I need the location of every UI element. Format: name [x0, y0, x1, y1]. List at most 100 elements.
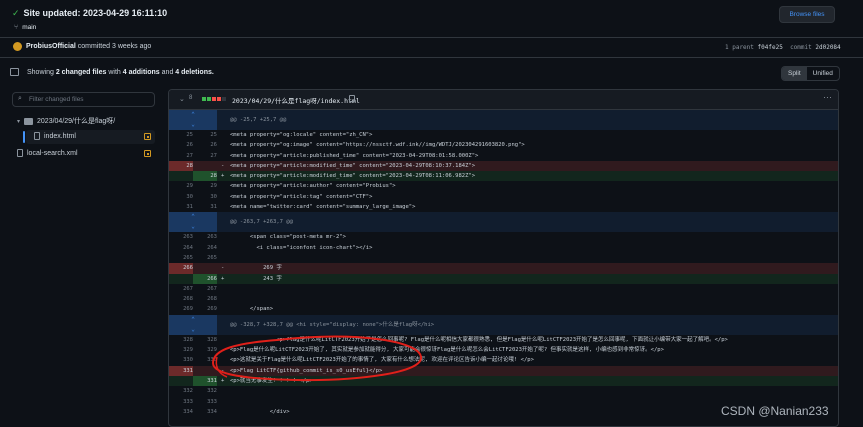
- code-text: </span>: [230, 306, 274, 313]
- commit-parent-info: 1 parent f04fe25 commit 2d02084: [725, 44, 841, 51]
- code-text: @@ -328,7 +328,7 @@ <hi style="display: …: [230, 321, 435, 328]
- file-icon: [17, 149, 23, 157]
- file-name: index.html: [44, 132, 76, 140]
- old-line-number[interactable]: 328: [169, 335, 193, 345]
- new-line-number[interactable]: 265: [193, 253, 217, 263]
- branch-label[interactable]: ⑂ main: [14, 24, 36, 31]
- code-text: <meta property="og:locale" content="zh_C…: [230, 132, 373, 138]
- old-line-number[interactable]: 27: [169, 151, 193, 161]
- browse-files-button[interactable]: Browse files: [779, 6, 835, 23]
- expand-lines-icon[interactable]: ⌃ ⌄: [169, 212, 217, 233]
- new-line-number[interactable]: 267: [193, 284, 217, 294]
- diff-line: 266 - 269 字: [169, 263, 838, 274]
- new-line-number[interactable]: 30: [193, 192, 217, 202]
- old-line-number[interactable]: 268: [169, 294, 193, 304]
- filter-placeholder: Filter changed files: [29, 96, 84, 103]
- split-view-button[interactable]: Split: [782, 67, 807, 80]
- old-line-number[interactable]: 332: [169, 386, 193, 396]
- code-text: <meta property="article:modified_time" c…: [230, 162, 476, 169]
- code-text: 269 字: [230, 265, 282, 272]
- avatar[interactable]: [13, 42, 22, 51]
- old-line-number[interactable]: 263: [169, 232, 193, 242]
- new-line-number[interactable]: 26: [193, 140, 217, 150]
- old-line-number[interactable]: 30: [169, 192, 193, 202]
- diffstat-del: [212, 97, 216, 101]
- new-line-number[interactable]: 263: [193, 232, 217, 242]
- diffstat-neutral: [222, 97, 226, 101]
- diffstat-add: [207, 97, 211, 101]
- diff-line: 26 26 <meta property="og:image" content="h…: [169, 140, 838, 150]
- diff-line: 264 264 <i class="iconfont icon-chart"></…: [169, 243, 838, 253]
- commit-label: commit: [790, 44, 812, 51]
- modified-badge-icon: [144, 150, 151, 157]
- kebab-menu-icon[interactable]: ···: [823, 92, 832, 102]
- old-line-number[interactable]: 331: [169, 365, 193, 376]
- new-line-number[interactable]: 333: [193, 397, 217, 407]
- old-line-number[interactable]: 265: [169, 253, 193, 263]
- parent-label: 1 parent: [725, 44, 754, 51]
- code-text: <meta property="article:author" content=…: [230, 183, 396, 190]
- old-line-number[interactable]: 329: [169, 345, 193, 355]
- new-line-number[interactable]: 25: [193, 130, 217, 140]
- expand-lines-icon[interactable]: ⌃ ⌄: [169, 110, 217, 130]
- file-tree-item-index[interactable]: index.html: [34, 132, 76, 140]
- diff-line: 266 + 243 字: [169, 273, 838, 284]
- commit-title-row: ✓ Site updated: 2023-04-29 16:11:10: [12, 8, 167, 18]
- summary-additions: 4 additions: [122, 69, 160, 76]
- diff-line: 29 29 <meta property="article:author" cont…: [169, 181, 838, 191]
- old-line-number[interactable]: 26: [169, 140, 193, 150]
- minus-sign: -: [221, 265, 225, 272]
- new-line-number[interactable]: 27: [193, 151, 217, 161]
- diff-line: 30 30 <meta property="article:tag" content…: [169, 192, 838, 202]
- new-line-number[interactable]: 334: [193, 407, 217, 417]
- old-line-number[interactable]: 334: [169, 407, 193, 417]
- copy-icon[interactable]: [349, 95, 355, 102]
- new-line-number[interactable]: 29: [193, 181, 217, 191]
- summary-and: and: [161, 69, 174, 76]
- new-line-number[interactable]: 31: [193, 202, 217, 212]
- new-line-number[interactable]: 269: [193, 304, 217, 314]
- old-line-number[interactable]: 25: [169, 130, 193, 140]
- search-icon: ⌕: [18, 95, 22, 102]
- old-line-number[interactable]: 269: [169, 304, 193, 314]
- collapse-chevron-icon[interactable]: ⌄: [179, 95, 185, 103]
- parent-sha-link[interactable]: f04fe25: [758, 44, 783, 51]
- hunk-header: ⌃ ⌄ @@ -263,7 +263,7 @@: [169, 212, 838, 233]
- diffstat-blocks: [202, 97, 226, 101]
- new-line-number[interactable]: 28: [193, 171, 217, 182]
- branch-name: main: [22, 24, 37, 31]
- old-line-number[interactable]: 29: [169, 181, 193, 191]
- new-line-number[interactable]: 332: [193, 386, 217, 396]
- old-line-number[interactable]: 267: [169, 284, 193, 294]
- new-line-number[interactable]: 266: [193, 273, 217, 284]
- old-line-number[interactable]: 31: [169, 202, 193, 212]
- new-line-number[interactable]: 268: [193, 294, 217, 304]
- old-line-number[interactable]: 28: [169, 160, 193, 172]
- expand-lines-icon[interactable]: ⌃ ⌄: [169, 314, 217, 335]
- file-path-link[interactable]: 2023/04/29/什么是flag呀/index.html: [232, 95, 360, 105]
- sidebar-toggle-icon[interactable]: [10, 68, 19, 76]
- diff-line: 25 25 <meta property="og:locale" content="…: [169, 130, 838, 140]
- code-text: <i class="iconfont icon-chart"></i>: [230, 244, 373, 251]
- author-link[interactable]: ProbiusOfficial: [26, 43, 76, 50]
- file-tree-folder[interactable]: ▾ 2023/04/29/什么是flag呀/: [17, 116, 115, 126]
- diff-line: 28 - <meta property="article:modified_time…: [169, 160, 838, 172]
- file-tree-item-search[interactable]: local-search.xml: [17, 149, 78, 157]
- code-text: @@ -263,7 +263,7 @@: [230, 219, 293, 226]
- commit-title: Site updated: 2023-04-29 16:11:10: [23, 8, 168, 18]
- old-line-number[interactable]: 333: [169, 397, 193, 407]
- old-line-number[interactable]: 264: [169, 243, 193, 253]
- unified-view-button[interactable]: Unified: [807, 67, 839, 80]
- commit-view: ✓ Site updated: 2023-04-29 16:11:10 ⑂ ma…: [0, 0, 863, 427]
- file-icon: [34, 132, 40, 140]
- file-diff-header: ⌄ 8 2023/04/29/什么是flag呀/index.html ···: [169, 90, 838, 110]
- code-text: <span class="post-meta mr-2">: [230, 234, 346, 241]
- old-line-number[interactable]: 330: [169, 355, 193, 365]
- filter-files-input[interactable]: ⌕ Filter changed files: [12, 92, 155, 107]
- diff-view-toggle: Split Unified: [781, 66, 840, 81]
- new-line-number[interactable]: 264: [193, 243, 217, 253]
- old-line-number[interactable]: 266: [169, 263, 193, 274]
- folder-name: 2023/04/29/什么是flag呀/: [37, 118, 116, 125]
- summary-with: with: [108, 69, 121, 76]
- diff-line: 265 265: [169, 253, 838, 263]
